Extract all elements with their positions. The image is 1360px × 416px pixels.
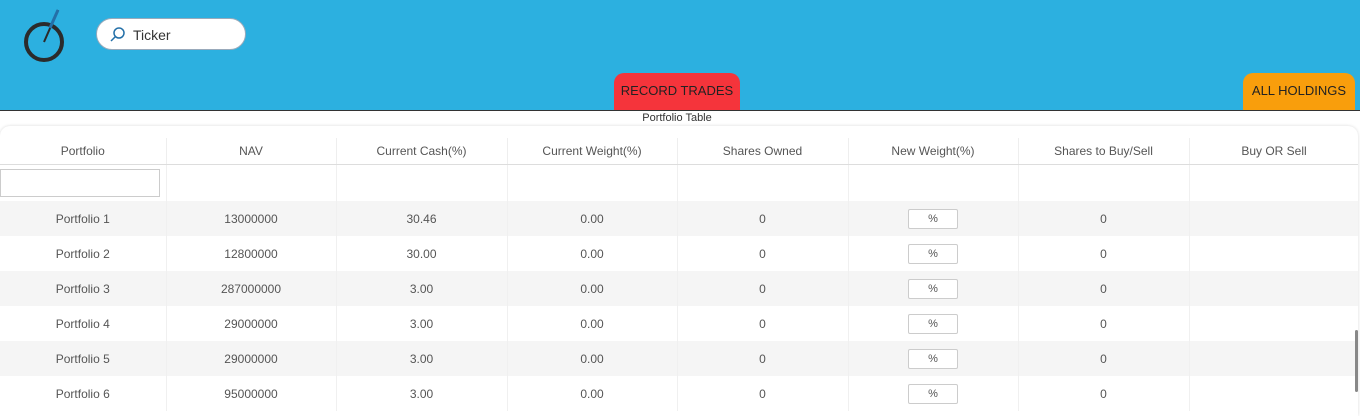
owned-cell: 0: [677, 271, 849, 306]
table-row: Portfolio 4 29000000 3.00 0.00 0% 0: [0, 306, 1358, 341]
column-header[interactable]: Shares Owned: [677, 138, 849, 165]
owned-cell: 0: [677, 236, 849, 271]
cash-cell: 30.00: [336, 236, 508, 271]
cash-cell: 3.00: [336, 341, 508, 376]
new-weight-cell: %: [848, 341, 1019, 376]
cash-cell: 30.46: [336, 201, 508, 236]
nav-cell: 95000000: [166, 376, 337, 411]
cash-cell: 3.00: [336, 271, 508, 306]
new-weight-input[interactable]: %: [908, 313, 958, 334]
new-weight-input[interactable]: %: [908, 243, 958, 264]
side-cell: [1189, 271, 1358, 306]
side-cell: [1189, 341, 1358, 376]
table-title: Portfolio Table: [642, 112, 712, 124]
new-weight-cell: %: [848, 376, 1019, 411]
to-trade-cell: 0: [1018, 201, 1190, 236]
owned-cell: 0: [677, 341, 849, 376]
side-cell: [1189, 306, 1358, 341]
column-header[interactable]: Current Cash(%): [336, 138, 508, 165]
table-row: Portfolio 3 287000000 3.00 0.00 0% 0: [0, 271, 1358, 306]
table-row: Portfolio 1 13000000 30.46 0.00 0% 0: [0, 201, 1358, 236]
scrollbar[interactable]: [1355, 330, 1358, 392]
ticker-input[interactable]: [133, 25, 237, 45]
side-cell: [1189, 201, 1358, 236]
new-weight-cell: %: [848, 271, 1019, 306]
portfolio-cell: Portfolio 6: [0, 376, 167, 411]
column-header[interactable]: Portfolio: [0, 138, 167, 165]
new-weight-input[interactable]: %: [908, 278, 958, 299]
filter-row: [0, 164, 1358, 201]
weight-cell: 0.00: [507, 201, 678, 236]
weight-cell: 0.00: [507, 306, 678, 341]
cash-cell: 3.00: [336, 376, 508, 411]
owned-cell: 0: [677, 376, 849, 411]
to-trade-cell: 0: [1018, 376, 1190, 411]
column-header[interactable]: NAV: [166, 138, 337, 165]
table-row: Portfolio 6 95000000 3.00 0.00 0% 0: [0, 376, 1358, 411]
filter-cell: [0, 164, 167, 201]
portfolio-cell: Portfolio 1: [0, 201, 167, 236]
to-trade-cell: 0: [1018, 236, 1190, 271]
ticker-search[interactable]: [96, 18, 246, 50]
record-trades-tab[interactable]: RECORD TRADES: [614, 73, 740, 110]
new-weight-cell: %: [848, 236, 1019, 271]
side-cell: [1189, 376, 1358, 411]
top-bar: RECORD TRADES ALL HOLDINGS: [0, 0, 1360, 110]
column-header[interactable]: New Weight(%): [848, 138, 1019, 165]
nav-cell: 12800000: [166, 236, 337, 271]
portfolio-filter-input[interactable]: [0, 168, 160, 197]
weight-cell: 0.00: [507, 271, 678, 306]
column-header[interactable]: Buy OR Sell: [1189, 138, 1358, 165]
logo-icon[interactable]: [20, 6, 70, 64]
search-icon: [110, 27, 125, 42]
owned-cell: 0: [677, 306, 849, 341]
nav-cell: 287000000: [166, 271, 337, 306]
new-weight-input[interactable]: %: [908, 208, 958, 229]
cash-cell: 3.00: [336, 306, 508, 341]
new-weight-input[interactable]: %: [908, 383, 958, 404]
table-row: Portfolio 2 12800000 30.00 0.00 0% 0: [0, 236, 1358, 271]
nav-cell: 29000000: [166, 306, 337, 341]
portfolio-cell: Portfolio 5: [0, 341, 167, 376]
nav-cell: 29000000: [166, 341, 337, 376]
to-trade-cell: 0: [1018, 271, 1190, 306]
portfolio-cell: Portfolio 3: [0, 271, 167, 306]
portfolio-cell: Portfolio 2: [0, 236, 167, 271]
to-trade-cell: 0: [1018, 341, 1190, 376]
weight-cell: 0.00: [507, 341, 678, 376]
weight-cell: 0.00: [507, 236, 678, 271]
all-holdings-tab[interactable]: ALL HOLDINGS: [1243, 73, 1355, 110]
divider: [0, 110, 1360, 111]
side-cell: [1189, 236, 1358, 271]
column-header[interactable]: Current Weight(%): [507, 138, 678, 165]
column-header[interactable]: Shares to Buy/Sell: [1018, 138, 1190, 165]
owned-cell: 0: [677, 201, 849, 236]
portfolio-cell: Portfolio 4: [0, 306, 167, 341]
new-weight-input[interactable]: %: [908, 348, 958, 369]
to-trade-cell: 0: [1018, 306, 1190, 341]
portfolio-table: Portfolio NAV Current Cash(%) Current We…: [0, 138, 1358, 411]
weight-cell: 0.00: [507, 376, 678, 411]
new-weight-cell: %: [848, 201, 1019, 236]
portfolio-table-card: Portfolio NAV Current Cash(%) Current We…: [0, 126, 1358, 416]
nav-cell: 13000000: [166, 201, 337, 236]
new-weight-cell: %: [848, 306, 1019, 341]
header-row: Portfolio NAV Current Cash(%) Current We…: [0, 138, 1358, 165]
table-row: Portfolio 5 29000000 3.00 0.00 0% 0: [0, 341, 1358, 376]
